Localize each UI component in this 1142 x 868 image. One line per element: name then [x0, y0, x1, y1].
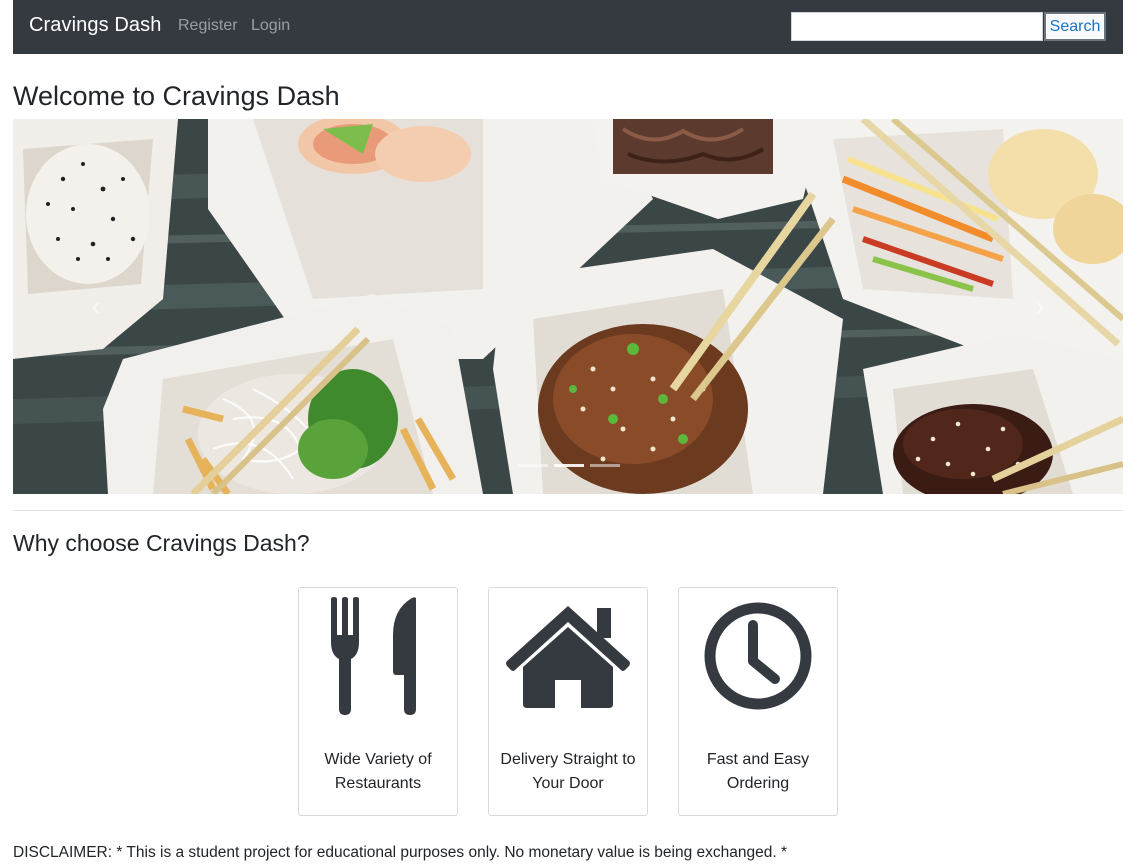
feature-card-ordering: Fast and Easy Ordering	[678, 587, 838, 816]
nav-register-link[interactable]: Register	[178, 17, 238, 35]
utensils-icon	[299, 596, 457, 716]
search-button[interactable]: Search	[1044, 12, 1106, 41]
feature-text: Fast and Easy Ordering	[706, 751, 810, 792]
carousel-indicator[interactable]	[554, 464, 584, 467]
carousel-indicator[interactable]	[518, 464, 548, 467]
feature-text: Delivery Straight to Your Door	[500, 751, 636, 792]
home-icon	[489, 596, 647, 716]
feature-card-variety: Wide Variety of Restaurants	[298, 587, 458, 816]
page-title: Welcome to Cravings Dash	[13, 81, 340, 111]
section-heading: Why choose Cravings Dash?	[13, 530, 310, 556]
brand-link[interactable]: Cravings Dash	[29, 14, 161, 37]
feature-text: Wide Variety of Restaurants	[324, 751, 432, 792]
carousel-next-button[interactable]: ›	[1025, 291, 1055, 321]
carousel-indicator[interactable]	[590, 464, 620, 467]
navbar: Cravings Dash Register Login Search	[13, 0, 1123, 54]
carousel-indicators	[518, 464, 620, 467]
disclaimer-text: DISCLAIMER: * This is a student project …	[13, 844, 787, 861]
carousel-prev-button[interactable]: ‹	[81, 291, 111, 321]
feature-card-delivery: Delivery Straight to Your Door	[488, 587, 648, 816]
hero-carousel: ‹ ›	[13, 119, 1123, 494]
section-divider	[13, 510, 1123, 511]
search-input[interactable]	[791, 12, 1043, 41]
nav-login-link[interactable]: Login	[251, 17, 290, 35]
carousel-slide-image	[13, 119, 1123, 494]
clock-icon	[679, 596, 837, 716]
